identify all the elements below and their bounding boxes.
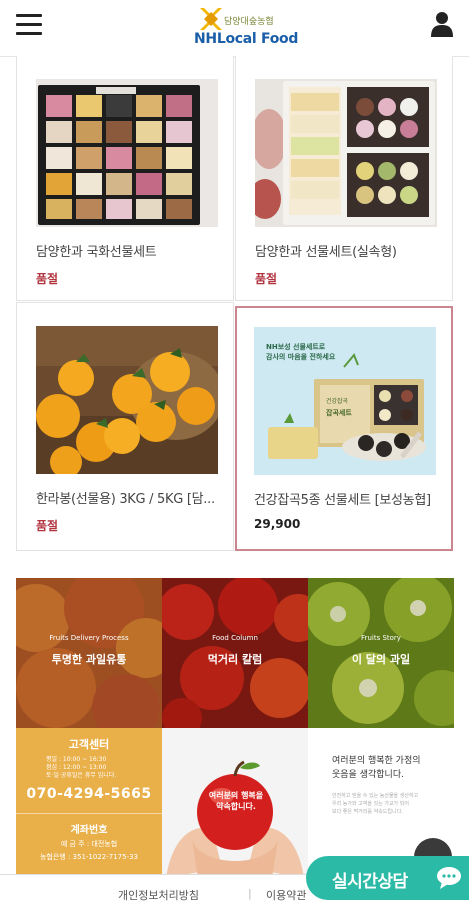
banner-food-column[interactable]: Food Column 먹거리 칼럼 — [158, 578, 322, 728]
logo-mark-icon — [200, 8, 222, 30]
brand-message: 여러분의 행복한 가정의 웃음을 생각합니다. — [332, 754, 421, 782]
banner-title: 이 달의 과일 — [351, 653, 411, 666]
account-holder: 예 금 주 : 대전농협 — [60, 840, 118, 848]
live-chat-button[interactable]: 실시간상담 — [306, 856, 469, 900]
banner-title: 투명한 과일유통 — [51, 653, 127, 666]
product-card[interactable]: 담양한과 선물세트(실속형) 품절 — [235, 56, 453, 301]
product-name[interactable]: 건강잡곡5종 선물세트 [보성농협] — [254, 489, 431, 508]
product-name[interactable]: 담양한과 국화선물세트 — [36, 241, 157, 260]
logo-korean-text: 담양대숲농협 — [224, 17, 274, 27]
feature-banner: Fruits Delivery Process 투명한 과일유통 Food Co… — [16, 578, 454, 728]
svg-text:감사의 마음을 전하세요: 감사의 마음을 전하세요 — [266, 352, 336, 361]
message-line: 여러분의 행복한 가정의 — [332, 756, 421, 766]
live-chat-label: 실시간상담 — [332, 872, 408, 892]
hours-holiday: 토·일·공휴일은 휴무 입니다. — [46, 772, 117, 779]
hands-apple-image: 여러분의 행복을 약속합니다. — [162, 728, 308, 878]
banner-tag: Fruits Delivery Process — [49, 634, 129, 642]
detail-line: 보다 좋은 먹거리를 약속드립니다. — [332, 809, 403, 815]
product-price: 29,900 — [254, 517, 301, 531]
nh-local-food-logo[interactable]: 담양대숲농협 NHLocal Food — [194, 6, 298, 50]
banner-tag: Food Column — [212, 634, 258, 642]
footer-separator: | — [248, 887, 252, 900]
svg-text:NH보성 선물세트로: NH보성 선물세트로 — [266, 342, 326, 351]
sold-out-label: 품절 — [36, 519, 59, 533]
divider — [16, 813, 162, 814]
detail-line: 우리 농가와 고객을 잇는 가교가 되어 — [332, 801, 409, 807]
product-image: NH보성 선물세트로 감사의 마음을 전하세요 건강잡곡 잡곡세트 — [254, 327, 436, 475]
user-icon[interactable] — [430, 10, 454, 38]
product-card[interactable]: 한라봉(선물용) 3KG / 5KG [담... 품절 — [16, 302, 234, 551]
account-number: 농협은행 : 351-1022-7175-33 — [39, 853, 139, 861]
product-card-selected[interactable]: NH보성 선물세트로 감사의 마음을 전하세요 건강잡곡 잡곡세트 건강잡곡5종… — [235, 306, 453, 551]
brand-message-detail: 안전하고 믿을 수 있는 농산물을 생산하고 우리 농가와 고객을 잇는 가교가… — [332, 792, 418, 816]
privacy-policy-link[interactable]: 개인정보처리방침 — [118, 887, 199, 903]
banner-fruit-story[interactable]: Fruits Story 이 달의 과일 — [306, 578, 454, 728]
svg-text:건강잡곡: 건강잡곡 — [326, 397, 349, 405]
hours-lunch: 점심 : 12:00 ~ 13:00 — [46, 764, 107, 771]
banner-title: 먹거리 칼럼 — [207, 653, 263, 666]
product-grid: 담양한과 국화선물세트 품절 담양한과 선물세트(실속형) 품절 한라봉(선물용… — [16, 56, 454, 551]
hours-weekday: 평일 : 10:00 ~ 16:30 — [46, 756, 107, 763]
message-line: 웃음을 생각합니다. — [332, 770, 404, 780]
customer-center-title: 고객센터 — [68, 738, 110, 751]
product-name[interactable]: 한라봉(선물용) 3KG / 5KG [담... — [36, 488, 215, 507]
banner-tag: Fruits Story — [361, 634, 401, 642]
apple-slogan: 여러분의 행복을 약속합니다. — [208, 791, 264, 811]
product-image — [36, 79, 218, 227]
customer-center-box: 고객센터 평일 : 10:00 ~ 16:30 점심 : 12:00 ~ 13:… — [16, 728, 162, 878]
bank-account-title: 계좌번호 — [70, 825, 108, 836]
product-image — [36, 326, 218, 474]
svg-text:잡곡세트: 잡곡세트 — [326, 408, 352, 417]
business-hours: 평일 : 10:00 ~ 16:30 점심 : 12:00 ~ 13:00 토·… — [46, 756, 116, 780]
product-image — [255, 79, 437, 227]
customer-phone-number[interactable]: 070-4294-5665 — [16, 786, 162, 802]
sold-out-label: 품절 — [36, 272, 59, 286]
banner-fruit-distribution[interactable]: Fruits Delivery Process 투명한 과일유통 — [16, 578, 176, 728]
sold-out-label: 품절 — [255, 272, 278, 286]
top-header: 담양대숲농협 NHLocal Food — [0, 0, 469, 57]
logo-english-text: NHLocal Food — [194, 31, 299, 47]
product-card[interactable]: 담양한과 국화선물세트 품절 — [16, 56, 234, 301]
product-name[interactable]: 담양한과 선물세트(실속형) — [255, 241, 397, 260]
terms-link[interactable]: 이용약관 — [266, 887, 306, 903]
hamburger-menu-icon[interactable] — [16, 14, 42, 36]
detail-line: 안전하고 믿을 수 있는 농산물을 생산하고 — [332, 793, 419, 799]
chat-bubble-icon — [437, 867, 461, 889]
